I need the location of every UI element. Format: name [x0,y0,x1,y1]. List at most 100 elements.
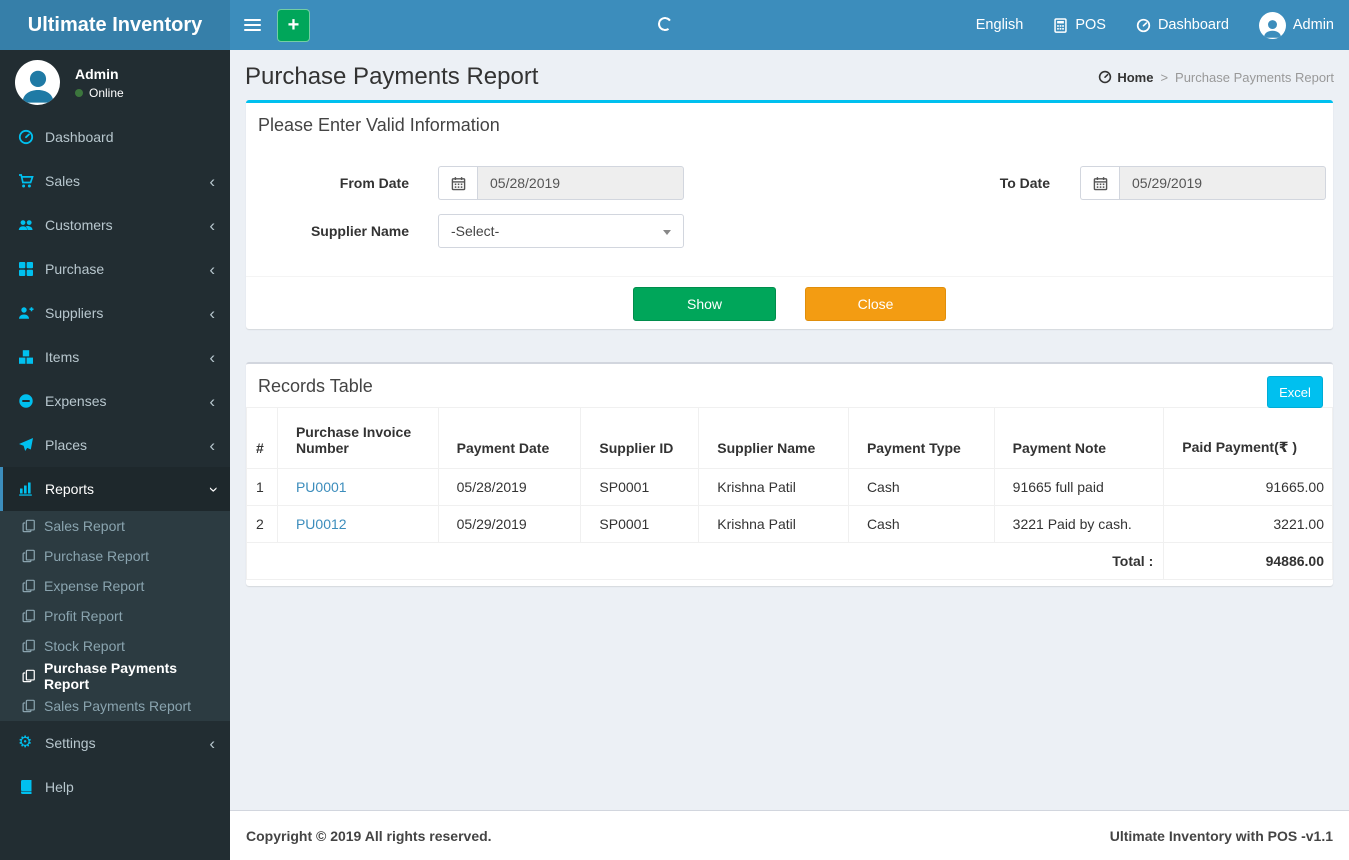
sidebar-item-sales-report[interactable]: Sales Report [0,511,230,541]
supplier-select[interactable]: -Select- [438,214,684,248]
quick-add-button[interactable]: + [277,8,310,42]
chevron-left-icon: ‹ [209,391,215,411]
chevron-left-icon: ‹ [209,347,215,367]
gauge-icon [1099,70,1112,84]
sidebar-item-expenses[interactable]: Expenses ‹ [0,379,230,423]
chevron-down-icon: ‹ [202,486,222,492]
sidebar-item-profit-report[interactable]: Profit Report [0,601,230,631]
users-icon [18,217,34,233]
pos-link[interactable]: POS [1038,0,1121,50]
brand-logo[interactable]: Ultimate Inventory [0,0,230,50]
records-panel: Records Table Excel # Purchase Invoice N… [245,362,1333,586]
copy-icon [22,639,36,653]
chevron-left-icon: ‹ [209,733,215,753]
table-row: 1 PU0001 05/28/2019 SP0001 Krishna Patil… [246,468,1333,506]
gear-icon: ⚙ [18,734,33,751]
breadcrumb: Home > Purchase Payments Report [1098,70,1334,85]
to-date-group [1080,166,1326,200]
copy-icon [22,519,36,533]
bar-chart-icon [18,481,34,497]
records-table-title: Records Table [258,376,373,396]
chevron-down-icon [663,230,671,235]
sidebar-item-reports[interactable]: Reports ‹ [0,467,230,511]
user-status[interactable]: Online [75,86,124,100]
version-text: Ultimate Inventory with POS -v1.1 [1109,827,1333,844]
navbar: + English POS Dashboard Admin [230,0,1349,50]
sidebar-user-panel: Admin Online [0,50,230,115]
language-menu[interactable]: English [961,0,1039,50]
avatar [1258,11,1286,39]
user-plus-icon [18,305,34,321]
sidebar-item-purchase[interactable]: Purchase ‹ [0,247,230,291]
sidebar-item-places[interactable]: Places ‹ [0,423,230,467]
col-header-supplier-name: Supplier Name [698,407,849,469]
invoice-link[interactable]: PU0012 [296,516,347,532]
gauge-icon [1136,18,1151,32]
copy-icon [22,549,36,563]
col-header-supplier-id: Supplier ID [580,407,700,469]
show-button[interactable]: Show [633,287,776,321]
copyright-text: Copyright © 2019 All rights reserved. [246,827,492,844]
online-status-icon [75,88,83,97]
sidebar-item-sales[interactable]: Sales ‹ [0,159,230,203]
grid-icon [18,261,34,277]
col-header-payment-note: Payment Note [993,407,1165,469]
excel-export-button[interactable]: Excel [1267,376,1323,408]
sidebar-item-customers[interactable]: Customers ‹ [0,203,230,247]
copy-icon [22,699,36,713]
copy-icon [22,579,36,593]
main-content: Purchase Payments Report Home > Purchase… [230,50,1349,810]
sidebar-item-expense-report[interactable]: Expense Report [0,571,230,601]
sidebar-item-suppliers[interactable]: Suppliers ‹ [0,291,230,335]
cubes-icon [18,349,34,365]
sidebar-item-settings[interactable]: ⚙ Settings ‹ [0,721,230,765]
copy-icon [22,609,36,623]
calculator-icon [1054,17,1068,33]
reports-submenu: Sales Report Purchase Report Expense Rep… [0,511,230,721]
filter-panel-title: Please Enter Valid Information [258,115,500,135]
from-date-label: From Date [339,175,409,191]
col-header-invoice: Purchase Invoice Number [276,407,439,469]
chevron-left-icon: ‹ [209,303,215,323]
supplier-name-label: Supplier Name [310,223,409,239]
invoice-link[interactable]: PU0001 [296,479,347,495]
avatar [15,60,60,105]
total-label: Total : [245,542,1165,580]
user-menu[interactable]: Admin [1244,0,1349,50]
breadcrumb-home[interactable]: Home [1098,70,1153,85]
table-row: 2 PU0012 05/29/2019 SP0001 Krishna Patil… [246,505,1333,543]
sidebar: Admin Online Dashboard Sales ‹ Customers ‹… [0,50,230,860]
chevron-left-icon: ‹ [209,435,215,455]
calendar-icon[interactable] [438,166,477,200]
breadcrumb-current: Purchase Payments Report [1175,69,1334,85]
to-date-label: To Date [999,175,1050,191]
sidebar-item-dashboard[interactable]: Dashboard [0,115,230,159]
sidebar-toggle-icon[interactable] [230,0,275,50]
breadcrumb-separator: > [1160,69,1169,85]
chevron-left-icon: ‹ [209,259,215,279]
from-date-input[interactable] [477,166,684,200]
chevron-left-icon: ‹ [209,171,215,191]
sidebar-item-help[interactable]: Help [0,765,230,809]
dashboard-link[interactable]: Dashboard [1121,0,1244,50]
cart-icon [18,173,34,189]
loading-spinner-icon [656,15,674,33]
page-footer: Copyright © 2019 All rights reserved. Ul… [230,810,1349,860]
close-button[interactable]: Close [805,287,946,321]
book-icon [18,779,34,795]
col-header-num: # [246,407,278,469]
minus-circle-icon [18,393,34,409]
sidebar-item-sales-payments-report[interactable]: Sales Payments Report [0,691,230,721]
filter-panel: Please Enter Valid Information From Date… [246,100,1333,329]
sidebar-item-purchase-report[interactable]: Purchase Report [0,541,230,571]
gauge-icon [18,129,34,145]
user-name: Admin [75,65,119,82]
copy-icon [22,669,36,683]
calendar-icon[interactable] [1080,166,1119,200]
sidebar-item-purchase-payments-report[interactable]: Purchase Payments Report [0,660,230,692]
col-header-payment-type: Payment Type [847,407,995,469]
sidebar-item-items[interactable]: Items ‹ [0,335,230,379]
from-date-group [438,166,684,200]
sidebar-item-stock-report[interactable]: Stock Report [0,631,230,661]
to-date-input[interactable] [1119,166,1326,200]
